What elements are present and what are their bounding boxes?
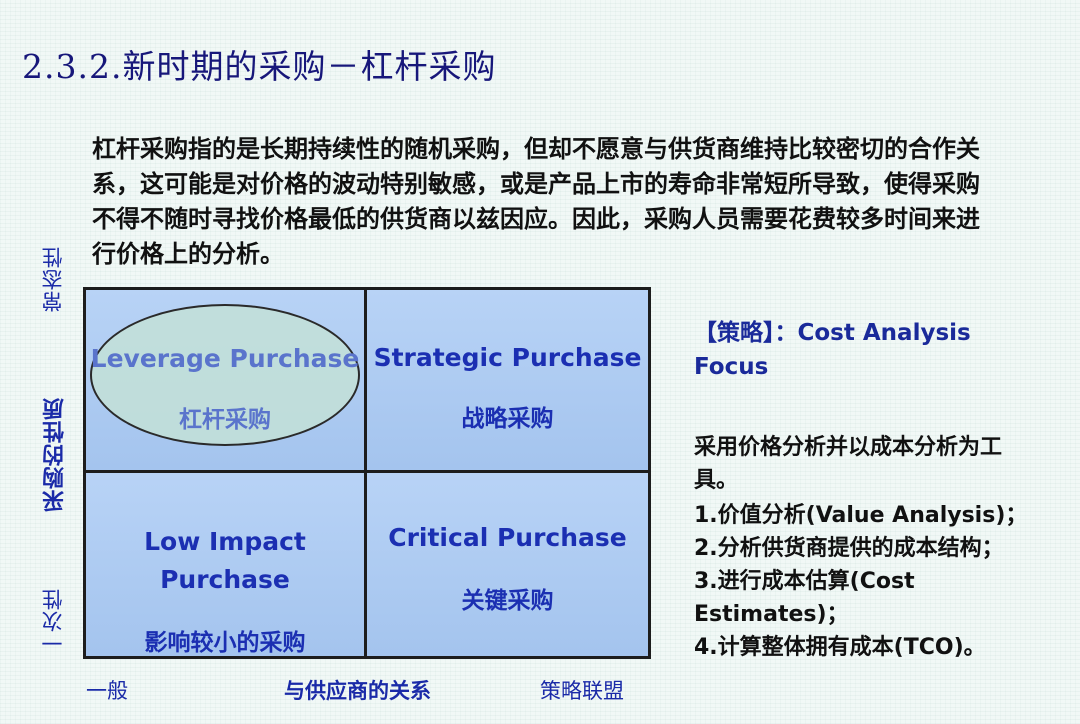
details-item: 2.分析供货商提供的成本结构；	[694, 536, 1004, 561]
y-axis-title: 采购的性质	[43, 397, 68, 512]
x-axis-right-label: 策略联盟	[540, 679, 624, 703]
quadrant-en-label-line2: Purchase	[160, 565, 290, 594]
quadrant-cn-label: 影响较小的采购	[144, 630, 306, 656]
intro-paragraph: 杠杆采购指的是长期持续性的随机采购，但却不愿意与供货商维持比较密切的合作关系，这…	[92, 135, 980, 268]
y-axis-top-label: 常态性	[41, 246, 65, 312]
details-lead: 采用价格分析并以成本分析为工具。	[694, 435, 1003, 493]
slide-title: 2.3.2.新时期的采购－杠杆采购	[22, 47, 497, 86]
x-axis-title: 与供应商的关系	[284, 679, 431, 703]
quadrant-critical-purchase: Critical Purchase 关键采购	[367, 473, 648, 656]
details-item: 4.计算整体拥有成本(TCO)。	[694, 635, 986, 660]
details-item: 3.进行成本估算(Cost Estimates)；	[694, 569, 915, 627]
quadrant-en-label: Strategic Purchase	[373, 343, 642, 372]
quadrant-cn-label: 杠杆采购	[179, 407, 271, 433]
details-item: 1.价值分析(Value Analysis)；	[694, 503, 1028, 528]
quadrant-cn-label: 关键采购	[461, 588, 554, 614]
quadrant-en-label-line1: Low Impact	[144, 527, 306, 556]
x-axis-left-label: 一般	[86, 679, 128, 703]
strategy-details: 采用价格分析并以成本分析为工具。 1.价值分析(Value Analysis)；…	[694, 431, 1044, 664]
quadrant-en-label: Critical Purchase	[388, 523, 627, 552]
quadrant-strategic-purchase: Strategic Purchase 战略采购	[367, 290, 648, 473]
y-axis-bottom-label: 一次性	[41, 588, 65, 654]
quadrant-leverage-purchase: Leverage Purchase 杠杆采购	[86, 290, 367, 473]
quadrant-low-impact-purchase: Low Impact Purchase 影响较小的采购	[86, 473, 367, 656]
strategy-heading: 【策略】：Cost Analysis Focus	[694, 320, 971, 380]
quadrant-en-label: Leverage Purchase	[90, 344, 360, 373]
purchase-matrix: Leverage Purchase 杠杆采购 Strategic Purchas…	[83, 287, 651, 659]
quadrant-cn-label: 战略采购	[461, 406, 554, 432]
